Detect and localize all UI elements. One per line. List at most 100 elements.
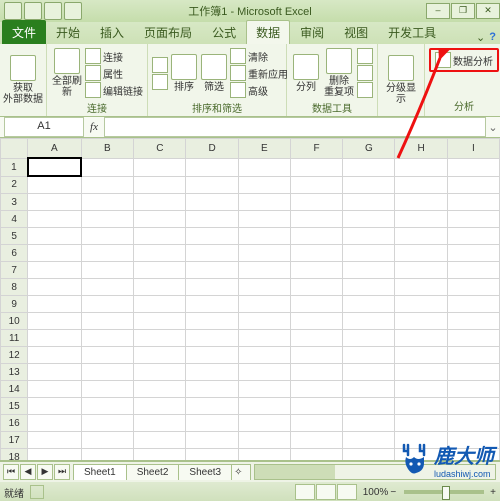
- cell[interactable]: [290, 364, 342, 381]
- tab-view[interactable]: 视图: [334, 20, 378, 44]
- row-header[interactable]: 17: [1, 432, 28, 449]
- cell[interactable]: [81, 245, 134, 262]
- tab-developer[interactable]: 开发工具: [378, 20, 446, 44]
- cell[interactable]: [134, 347, 186, 364]
- tab-formulas[interactable]: 公式: [202, 20, 246, 44]
- cell[interactable]: [343, 262, 395, 279]
- cell[interactable]: [395, 296, 447, 313]
- cell[interactable]: [134, 228, 186, 245]
- cell[interactable]: [238, 158, 290, 176]
- cell[interactable]: [134, 158, 186, 176]
- cell[interactable]: [395, 330, 447, 347]
- filter-button[interactable]: 筛选: [200, 46, 228, 100]
- cell[interactable]: [28, 245, 81, 262]
- tab-file[interactable]: 文件: [2, 20, 46, 44]
- cell[interactable]: [395, 158, 447, 176]
- cell[interactable]: [447, 279, 499, 296]
- sort-desc-button[interactable]: [152, 74, 168, 90]
- cell[interactable]: [81, 194, 134, 211]
- name-box[interactable]: A1: [4, 117, 84, 137]
- cell[interactable]: [290, 176, 342, 194]
- cell[interactable]: [343, 381, 395, 398]
- cell[interactable]: [290, 158, 342, 176]
- sheet-tab-2[interactable]: Sheet2: [126, 464, 180, 480]
- view-page-break-button[interactable]: [337, 484, 357, 500]
- what-if-button[interactable]: [357, 82, 373, 98]
- cell[interactable]: [395, 415, 447, 432]
- cell[interactable]: [447, 381, 499, 398]
- cell[interactable]: [81, 279, 134, 296]
- column-header[interactable]: D: [186, 139, 238, 159]
- column-header[interactable]: E: [238, 139, 290, 159]
- cell[interactable]: [28, 330, 81, 347]
- row-header[interactable]: 1: [1, 158, 28, 176]
- cell[interactable]: [28, 228, 81, 245]
- cell[interactable]: [186, 245, 238, 262]
- cell[interactable]: [28, 194, 81, 211]
- cell[interactable]: [28, 262, 81, 279]
- cell[interactable]: [290, 330, 342, 347]
- cell[interactable]: [134, 449, 186, 462]
- cell[interactable]: [134, 313, 186, 330]
- cell[interactable]: [290, 398, 342, 415]
- cell[interactable]: [186, 313, 238, 330]
- tab-home[interactable]: 开始: [46, 20, 90, 44]
- cell[interactable]: [28, 381, 81, 398]
- data-analysis-button[interactable]: 数据分析: [429, 48, 499, 72]
- ribbon-minimize-icon[interactable]: ⌄: [476, 31, 485, 44]
- column-header[interactable]: G: [343, 139, 395, 159]
- row-header[interactable]: 9: [1, 296, 28, 313]
- cell[interactable]: [81, 432, 134, 449]
- zoom-in-button[interactable]: +: [490, 487, 496, 498]
- cell[interactable]: [28, 211, 81, 228]
- clear-filter-button[interactable]: 清除: [230, 48, 288, 64]
- cell[interactable]: [81, 381, 134, 398]
- help-icon[interactable]: ?: [489, 31, 496, 44]
- cell[interactable]: [395, 381, 447, 398]
- cell[interactable]: [447, 313, 499, 330]
- remove-duplicates-button[interactable]: 删除 重复项: [323, 46, 355, 100]
- row-header[interactable]: 14: [1, 381, 28, 398]
- cell[interactable]: [447, 245, 499, 262]
- cell[interactable]: [134, 211, 186, 228]
- cell[interactable]: [134, 432, 186, 449]
- cell[interactable]: [186, 194, 238, 211]
- macro-record-icon[interactable]: [30, 485, 44, 499]
- cell[interactable]: [238, 245, 290, 262]
- cell[interactable]: [186, 279, 238, 296]
- formula-input[interactable]: [104, 117, 486, 137]
- fx-icon[interactable]: fx: [84, 121, 104, 133]
- cell[interactable]: [290, 347, 342, 364]
- minimize-button[interactable]: –: [426, 3, 450, 19]
- column-header[interactable]: A: [28, 139, 81, 159]
- cell[interactable]: [447, 262, 499, 279]
- row-header[interactable]: 13: [1, 364, 28, 381]
- cell[interactable]: [134, 245, 186, 262]
- cell[interactable]: [28, 296, 81, 313]
- cell[interactable]: [238, 211, 290, 228]
- cell[interactable]: [395, 398, 447, 415]
- cell[interactable]: [343, 296, 395, 313]
- cell[interactable]: [186, 449, 238, 462]
- cell[interactable]: [186, 432, 238, 449]
- cell[interactable]: [81, 398, 134, 415]
- cell[interactable]: [134, 194, 186, 211]
- outline-button[interactable]: 分级显示: [382, 53, 420, 107]
- row-header[interactable]: 18: [1, 449, 28, 462]
- cell[interactable]: [395, 194, 447, 211]
- row-header[interactable]: 11: [1, 330, 28, 347]
- cell[interactable]: [395, 279, 447, 296]
- sheet-nav-prev[interactable]: ◀: [20, 464, 36, 480]
- data-validation-button[interactable]: [357, 48, 373, 64]
- cell[interactable]: [343, 330, 395, 347]
- cell[interactable]: [447, 415, 499, 432]
- view-normal-button[interactable]: [295, 484, 315, 500]
- cell[interactable]: [28, 364, 81, 381]
- cell[interactable]: [186, 398, 238, 415]
- tab-insert[interactable]: 插入: [90, 20, 134, 44]
- view-page-layout-button[interactable]: [316, 484, 336, 500]
- close-button[interactable]: ✕: [476, 3, 500, 19]
- sheet-nav-next[interactable]: ▶: [37, 464, 53, 480]
- cell[interactable]: [81, 415, 134, 432]
- column-header[interactable]: B: [81, 139, 134, 159]
